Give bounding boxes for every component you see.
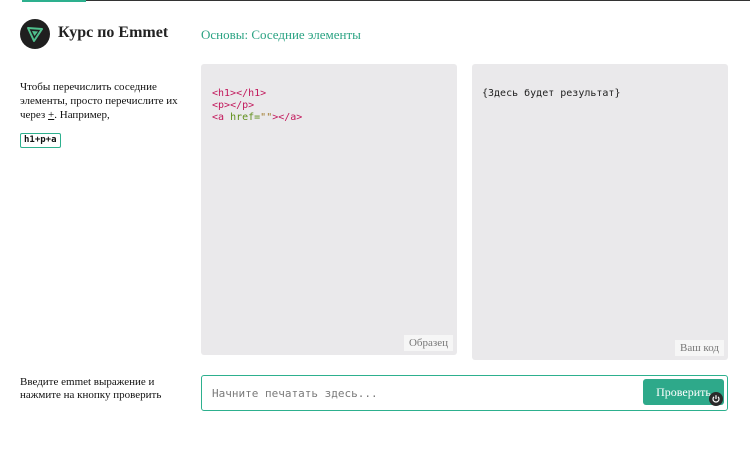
input-prompt: Введите emmet выражение и нажмите на кно… (20, 376, 162, 401)
sample-label: Образец (403, 335, 453, 351)
emmet-input-box: Проверить (201, 375, 728, 411)
top-divider (22, 0, 750, 1)
emmet-input[interactable] (212, 384, 632, 402)
sample-code: <h1></h1> <p></p> <a href=""></a> (212, 88, 303, 123)
result-output: {Здесь будет результат} (482, 88, 621, 99)
lesson-instructions: Чтобы перечислить соседние элементы, про… (20, 80, 190, 122)
power-icon[interactable] (709, 392, 723, 406)
progress-accent (22, 0, 86, 2)
your-code-label: Ваш код (674, 340, 724, 356)
sample-panel: <h1></h1> <p></p> <a href=""></a> Образе… (201, 64, 457, 355)
emmet-logo-icon (20, 19, 50, 49)
result-panel: {Здесь будет результат} Ваш код (472, 64, 728, 360)
brand-title[interactable]: Курс по Emmet (58, 24, 168, 42)
lesson-title: Основы: Соседние элементы (201, 27, 361, 42)
instructions-text-end: . Например, (54, 109, 110, 121)
example-abbreviation: h1+p+a (20, 133, 61, 148)
